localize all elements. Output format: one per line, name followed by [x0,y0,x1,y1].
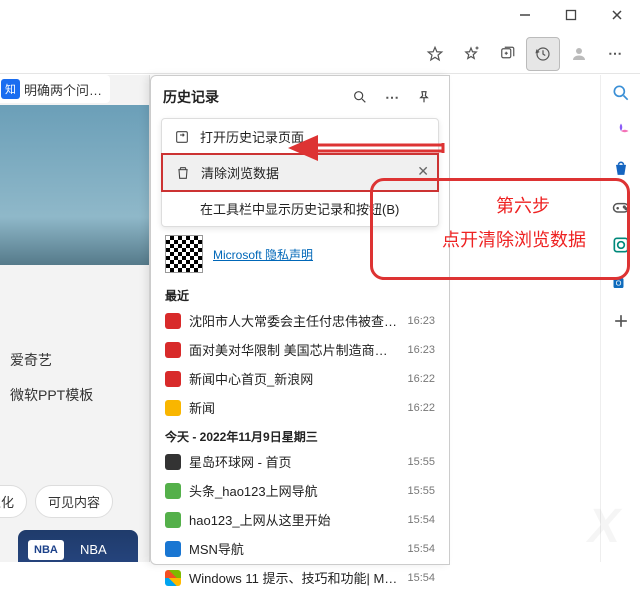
history-row-title: 星岛环球网 - 首页 [189,452,399,471]
history-row-time: 15:55 [407,456,435,468]
more-icon[interactable]: ⋯ [598,37,632,71]
section-today: 今天 - 2022年11月9日星期三 [151,422,449,447]
favicon-icon [165,570,181,586]
history-row-title: hao123_上网从这里开始 [189,510,399,529]
history-row[interactable]: 星岛环球网 - 首页 15:55 [151,447,449,476]
history-more-icon[interactable]: ⋯ [379,84,405,110]
favicon-icon [165,454,181,470]
favorite-star-icon[interactable] [418,37,452,71]
history-row[interactable]: Windows 11 提示、技巧和功能| Microsoft 15:54 [151,563,449,592]
add-favorite-icon[interactable] [454,37,488,71]
history-row[interactable]: MSN导航 15:54 [151,534,449,563]
history-row-title: 头条_hao123上网导航 [189,481,399,500]
history-row-title: 沈阳市人大常委会主任付忠伟被查，今年已… [189,311,399,330]
history-icon[interactable] [526,37,560,71]
history-row-time: 15:54 [407,514,435,526]
sidebar-add-icon[interactable] [609,309,633,333]
news-card[interactable]: NBA NBA 湖砂湖人 [18,530,138,562]
history-row-time: 15:54 [407,572,435,584]
history-row-title: 新闻 [189,398,399,417]
favicon-icon [165,342,181,358]
sidebar-discover-icon[interactable] [609,119,633,143]
history-row[interactable]: 沈阳市人大常委会主任付忠伟被查，今年已… 16:23 [151,306,449,335]
edge-sidebar: O [600,75,640,562]
favicon-icon [165,400,181,416]
annotation-text-1: 第六步 [496,192,550,218]
annotation-text-2: 点开清除浏览数据 [442,226,586,252]
history-row-time: 16:23 [407,344,435,356]
browser-toolbar: ⋯ [0,34,640,74]
history-row-time: 15:55 [407,485,435,497]
qr-code-icon [165,235,203,273]
chip-personalize[interactable]: 性化 [0,485,27,518]
history-row-title: Windows 11 提示、技巧和功能| Microsoft [189,568,399,587]
section-recent: 最近 [151,281,449,306]
window-close-button[interactable] [594,0,640,30]
history-row-time: 16:23 [407,315,435,327]
history-row[interactable]: 新闻中心首页_新浪网 16:22 [151,364,449,393]
background-tab: 节，随 知 明确两个问… [0,75,110,103]
history-row[interactable]: 新闻 16:22 [151,393,449,422]
privacy-link[interactable]: Microsoft 隐私声明 [213,246,313,263]
favicon-icon [165,541,181,557]
history-row[interactable]: 面对美对华限制 美国芯片制造商出招了|美国… 16:23 [151,335,449,364]
favicon-icon [165,371,181,387]
sidebar-search-icon[interactable] [609,81,633,105]
collections-icon[interactable] [490,37,524,71]
bg-link-iqiyi[interactable]: 爱奇艺 [10,350,52,370]
history-pin-icon[interactable] [411,84,437,110]
bg-link-ppt[interactable]: 微软PPT模板 [10,385,93,405]
favicon-icon [165,512,181,528]
history-row[interactable]: hao123_上网从这里开始 15:54 [151,505,449,534]
history-row-time: 15:54 [407,543,435,555]
history-row-time: 16:22 [407,373,435,385]
chip-visible-content[interactable]: 可见内容 [35,485,113,518]
history-title: 历史记录 [163,87,341,107]
history-row[interactable]: 头条_hao123上网导航 15:55 [151,476,449,505]
history-row-title: 新闻中心首页_新浪网 [189,369,399,388]
window-minimize-button[interactable] [502,0,548,30]
history-row-title: 面对美对华限制 美国芯片制造商出招了|美国… [189,340,399,359]
page-background: 节，随 知 明确两个问… 爱奇艺 微软PPT模板 性化 可见内容 NBA NBA… [0,75,150,562]
favicon-icon [165,313,181,329]
annotation-arrow [288,135,448,167]
history-search-icon[interactable] [347,84,373,110]
watermark: X [588,499,620,554]
history-row-title: MSN导航 [189,539,399,558]
history-row-time: 16:22 [407,402,435,414]
favicon-icon [165,483,181,499]
thumbnail-image [0,105,150,265]
profile-icon[interactable] [562,37,596,71]
window-maximize-button[interactable] [548,0,594,30]
